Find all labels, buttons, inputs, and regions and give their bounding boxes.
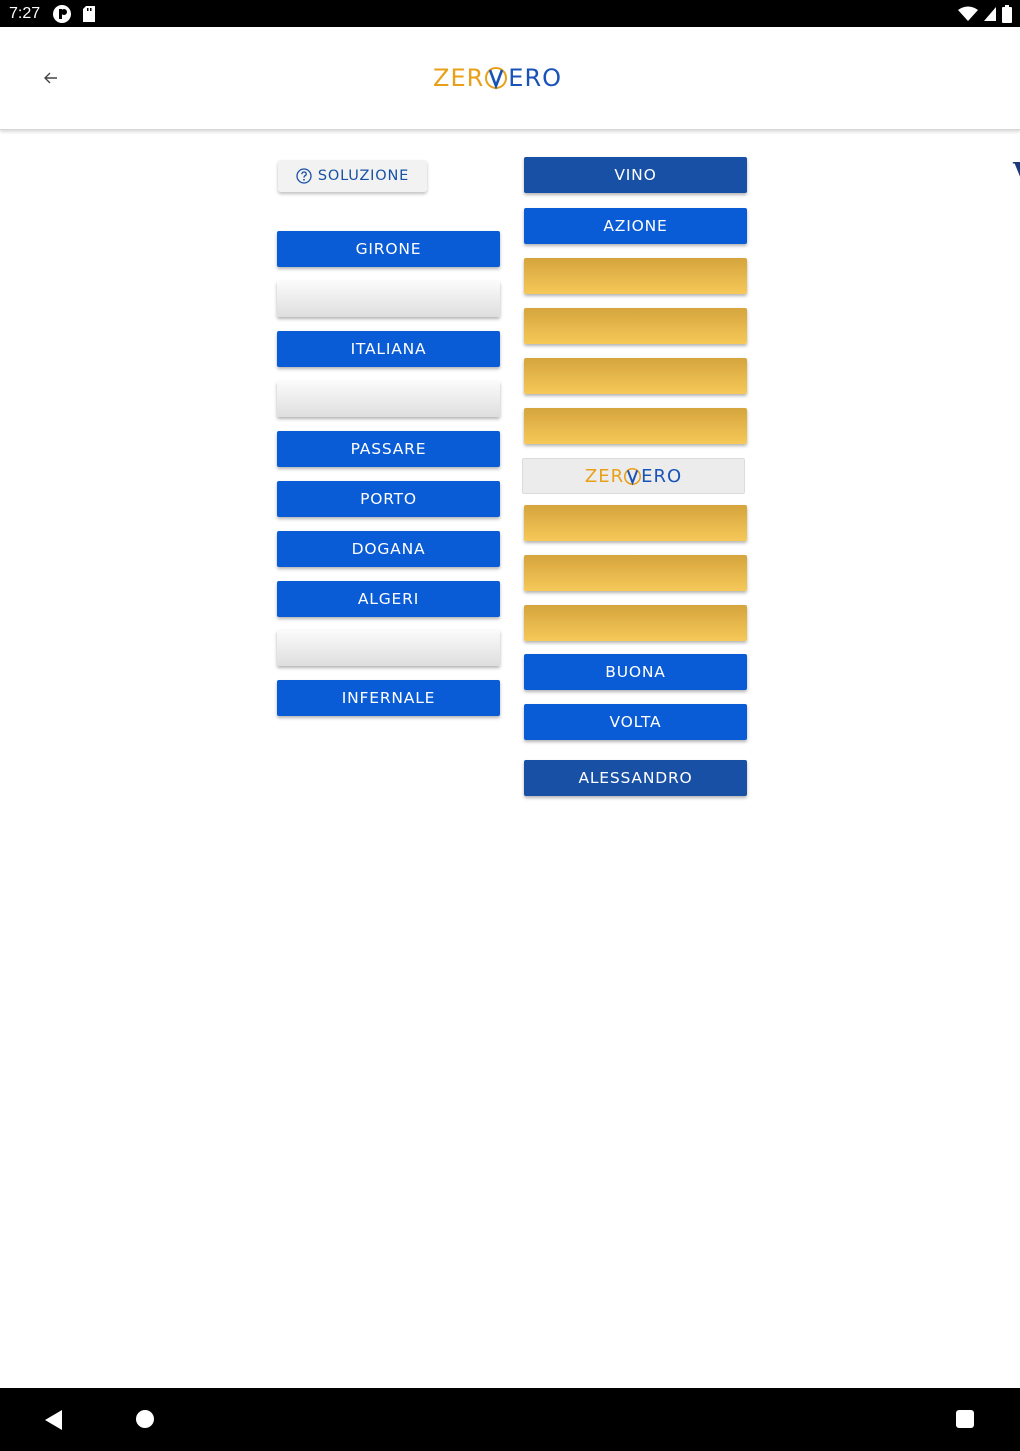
logo-v-mark-icon — [485, 67, 508, 90]
wifi-icon — [958, 6, 978, 21]
right-word-10[interactable] — [524, 605, 747, 641]
right-word-8[interactable] — [524, 505, 747, 541]
left-word-4[interactable] — [277, 381, 500, 417]
right-word-4[interactable] — [524, 308, 747, 344]
right-word-5[interactable] — [524, 358, 747, 394]
right-word-2[interactable]: AZIONE — [524, 208, 747, 244]
arrow-left-icon — [44, 72, 57, 84]
notification-app-icon — [53, 5, 71, 23]
soluzione-label: SOLUZIONE — [317, 168, 410, 184]
back-button[interactable] — [36, 63, 66, 93]
tile-logo-v-mark-icon — [624, 467, 642, 486]
logo-text-left: ZER — [433, 64, 485, 92]
left-word-7[interactable]: DOGANA — [277, 531, 500, 567]
left-word-3[interactable]: ITALIANA — [277, 331, 500, 367]
right-word-6[interactable] — [524, 408, 747, 444]
right-word-11[interactable]: BUONA — [524, 654, 747, 690]
battery-icon — [1002, 5, 1012, 23]
soluzione-button[interactable]: SOLUZIONE — [278, 160, 427, 192]
help-circle-icon — [296, 168, 312, 184]
edge-glyph: V — [1013, 158, 1020, 188]
status-right-icons — [958, 5, 1012, 23]
status-time: 7:27 — [9, 5, 41, 22]
right-word-13[interactable]: ALESSANDRO — [524, 760, 747, 796]
left-word-6[interactable]: PORTO — [277, 481, 500, 517]
left-word-10[interactable]: INFERNALE — [277, 680, 500, 716]
left-word-9[interactable] — [277, 630, 500, 666]
nav-bar — [0, 1388, 1020, 1451]
nav-home-icon[interactable] — [136, 1410, 154, 1428]
logo-text-right: ERO — [508, 64, 563, 92]
screen: 7:27 ZER ERO SOLUZIONE GIRONE ITALIANA P… — [0, 0, 1020, 1451]
app-logo: ZER ERO — [433, 63, 562, 93]
tile-logo-text-left: ZER — [584, 465, 625, 487]
right-word-12[interactable]: VOLTA — [524, 704, 747, 740]
right-word-9[interactable] — [524, 555, 747, 591]
left-word-8[interactable]: ALGERI — [277, 581, 500, 617]
right-word-3[interactable] — [524, 258, 747, 294]
left-word-2[interactable] — [277, 281, 500, 317]
left-word-5[interactable]: PASSARE — [277, 431, 500, 467]
left-word-1[interactable]: GIRONE — [277, 231, 500, 267]
nav-recents-icon[interactable] — [956, 1410, 974, 1428]
right-logo-tile: ZER ERO — [522, 458, 745, 494]
sd-card-icon — [83, 6, 95, 22]
status-bar: 7:27 — [0, 0, 1020, 27]
status-left-icons — [52, 4, 96, 24]
app-bar: ZER ERO — [0, 27, 1020, 130]
nav-back-icon[interactable] — [42, 1408, 66, 1432]
right-word-1[interactable]: VINO — [524, 157, 747, 193]
tile-logo-text-right: ERO — [641, 465, 683, 487]
signal-icon — [984, 7, 996, 21]
tile-logo: ZER ERO — [585, 466, 682, 487]
